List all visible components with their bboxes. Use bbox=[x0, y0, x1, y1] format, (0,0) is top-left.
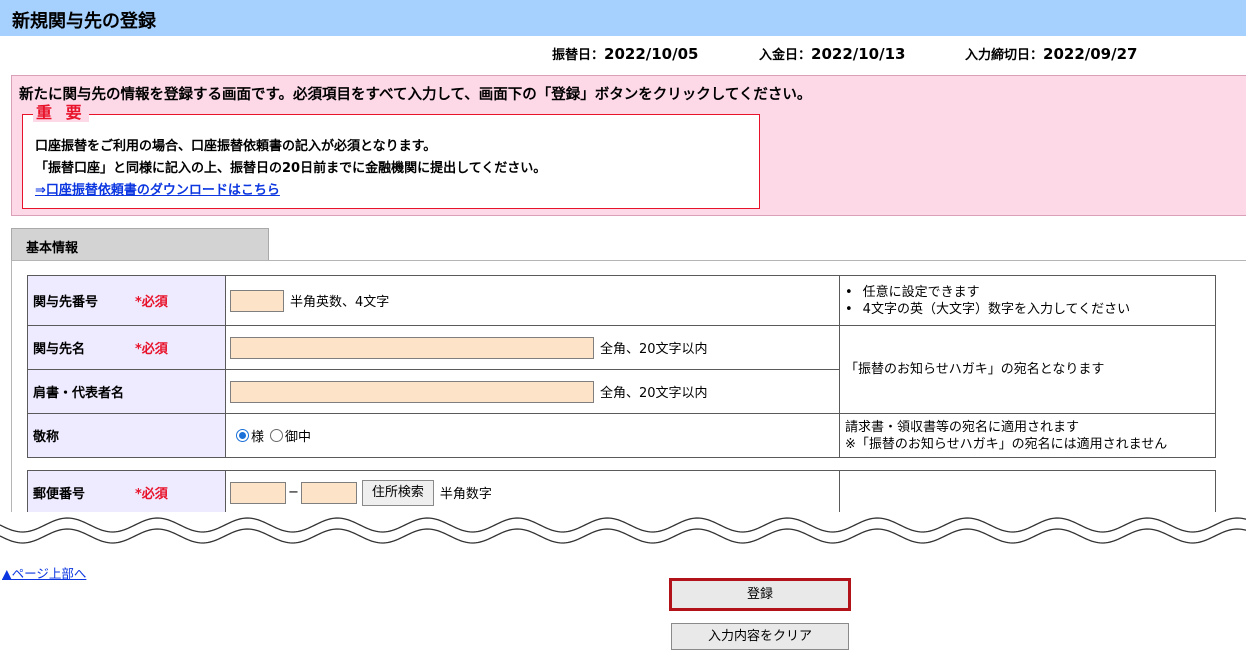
page-title: 新規関与先の登録 bbox=[12, 11, 156, 32]
important-line-2: 「振替口座」と同様に記入の上、振替日の20日前までに金融機関に提出してください。 bbox=[35, 161, 547, 176]
deadline-date-label: 入力締切日： bbox=[965, 48, 1044, 63]
tab-basic-info-label: 基本情報 bbox=[26, 241, 79, 256]
client-code-note-1: 任意に設定できます bbox=[845, 284, 1215, 301]
honorific-note-2: ※「振替のお知らせハガキ」の宛名には適用されません bbox=[845, 436, 1168, 452]
client-code-input[interactable] bbox=[230, 289, 284, 312]
deadline-date: 入力締切日：2022/09/27 bbox=[965, 44, 1137, 63]
postal-code-second-input[interactable] bbox=[300, 481, 357, 504]
honorific-radio-onchu[interactable] bbox=[270, 429, 284, 442]
client-code-hint: 半角英数、4文字 bbox=[290, 295, 390, 310]
client-name-hint: 全角、20文字以内 bbox=[600, 342, 708, 357]
representative-label: 肩書・代表者名 bbox=[33, 386, 125, 401]
name-note-text: 「振替のお知らせハガキ」の宛名となります bbox=[845, 362, 1105, 377]
transfer-date-label: 振替日： bbox=[552, 48, 605, 63]
client-code-note-2: 4文字の英（大文字）数字を入力してください bbox=[845, 301, 1215, 318]
honorific-radio-sama[interactable] bbox=[236, 429, 249, 442]
required-mark: *必須 bbox=[135, 342, 168, 357]
deposit-date: 入金日：2022/10/13 bbox=[759, 44, 905, 63]
page-break-wave bbox=[0, 512, 1246, 556]
honorific-label-cell: 敬称 bbox=[27, 413, 226, 458]
title-bar: 新規関与先の登録 bbox=[0, 0, 1246, 36]
honorific-note-1: 請求書・領収書等の宛名に適用されます bbox=[845, 419, 1080, 435]
client-code-label-cell: 関与先番号 *必須 bbox=[27, 275, 226, 326]
required-mark: *必須 bbox=[135, 487, 168, 502]
important-line-1: 口座振替をご利用の場合、口座振替依頼書の記入が必須となります。 bbox=[35, 139, 437, 154]
clear-input-button[interactable]: 入力内容をクリア bbox=[671, 623, 849, 650]
client-code-label: 関与先番号 bbox=[33, 295, 99, 310]
download-form-link[interactable]: ⇒口座振替依頼書のダウンロードはこちら bbox=[35, 179, 280, 198]
basic-info-table: 関与先番号 *必須 半角英数、4文字 任意に設定できます 4文字の英（大文字）数… bbox=[27, 275, 1216, 458]
row-honorific: 敬称 様 御中 請求書・領収書等の宛名に適用されます ※「振替のお知らせハガキ」の… bbox=[27, 413, 1216, 458]
honorific-input-cell: 様 御中 bbox=[225, 413, 840, 458]
representative-label-cell: 肩書・代表者名 bbox=[27, 369, 226, 414]
honorific-option-onchu: 御中 bbox=[285, 430, 312, 445]
tab-basic-info[interactable]: 基本情報 bbox=[11, 228, 269, 260]
representative-input[interactable] bbox=[230, 380, 594, 403]
name-note: 「振替のお知らせハガキ」の宛名となります bbox=[839, 325, 1216, 414]
deposit-date-value: 2022/10/13 bbox=[811, 45, 906, 63]
postal-dash: − bbox=[288, 485, 299, 500]
client-name-label-cell: 関与先名 *必須 bbox=[27, 325, 226, 370]
deposit-date-label: 入金日： bbox=[759, 48, 812, 63]
required-mark: *必須 bbox=[135, 295, 168, 310]
postal-hint: 半角数字 bbox=[439, 487, 492, 502]
client-name-input[interactable] bbox=[230, 336, 594, 359]
register-button[interactable]: 登録 bbox=[669, 578, 851, 611]
notice-intro: 新たに関与先の情報を登録する画面です。必須項目をすべて入力して、画面下の「登録」… bbox=[19, 87, 812, 103]
page-top-link[interactable]: ▲ページ上部へ bbox=[2, 563, 86, 582]
client-name-label: 関与先名 bbox=[33, 342, 86, 357]
transfer-date: 振替日：2022/10/05 bbox=[552, 44, 698, 63]
deadline-date-value: 2022/09/27 bbox=[1043, 45, 1138, 63]
address-search-button[interactable]: 住所検索 bbox=[361, 479, 434, 506]
representative-hint: 全角、20文字以内 bbox=[600, 386, 708, 401]
postal-input-cell: − 住所検索 半角数字 bbox=[225, 470, 840, 515]
representative-input-cell: 全角、20文字以内 bbox=[225, 369, 840, 414]
postal-code-first-input[interactable] bbox=[230, 481, 286, 504]
notice-panel: 新たに関与先の情報を登録する画面です。必須項目をすべて入力して、画面下の「登録」… bbox=[11, 75, 1246, 216]
transfer-date-value: 2022/10/05 bbox=[604, 45, 699, 63]
postal-label-cell: 郵便番号 *必須 bbox=[27, 470, 226, 515]
honorific-label: 敬称 bbox=[33, 430, 60, 445]
row-postal: 郵便番号 *必須 − 住所検索 半角数字 bbox=[27, 470, 1216, 515]
postal-label: 郵便番号 bbox=[33, 487, 86, 502]
important-box: 重 要 口座振替をご利用の場合、口座振替依頼書の記入が必須となります。 「振替口… bbox=[22, 104, 760, 209]
postal-note bbox=[839, 470, 1216, 515]
row-client-code: 関与先番号 *必須 半角英数、4文字 任意に設定できます 4文字の英（大文字）数… bbox=[27, 275, 1216, 326]
honorific-note: 請求書・領収書等の宛名に適用されます ※「振替のお知らせハガキ」の宛名には適用さ… bbox=[839, 413, 1216, 458]
honorific-option-sama: 様 bbox=[251, 430, 265, 445]
client-name-input-cell: 全角、20文字以内 bbox=[225, 325, 840, 370]
client-code-note: 任意に設定できます 4文字の英（大文字）数字を入力してください bbox=[839, 275, 1216, 326]
client-code-input-cell: 半角英数、4文字 bbox=[225, 275, 840, 326]
row-client-name: 関与先名 *必須 全角、20文字以内 「振替のお知らせハガキ」の宛名となります bbox=[27, 325, 1216, 414]
important-title: 重 要 bbox=[33, 104, 89, 122]
